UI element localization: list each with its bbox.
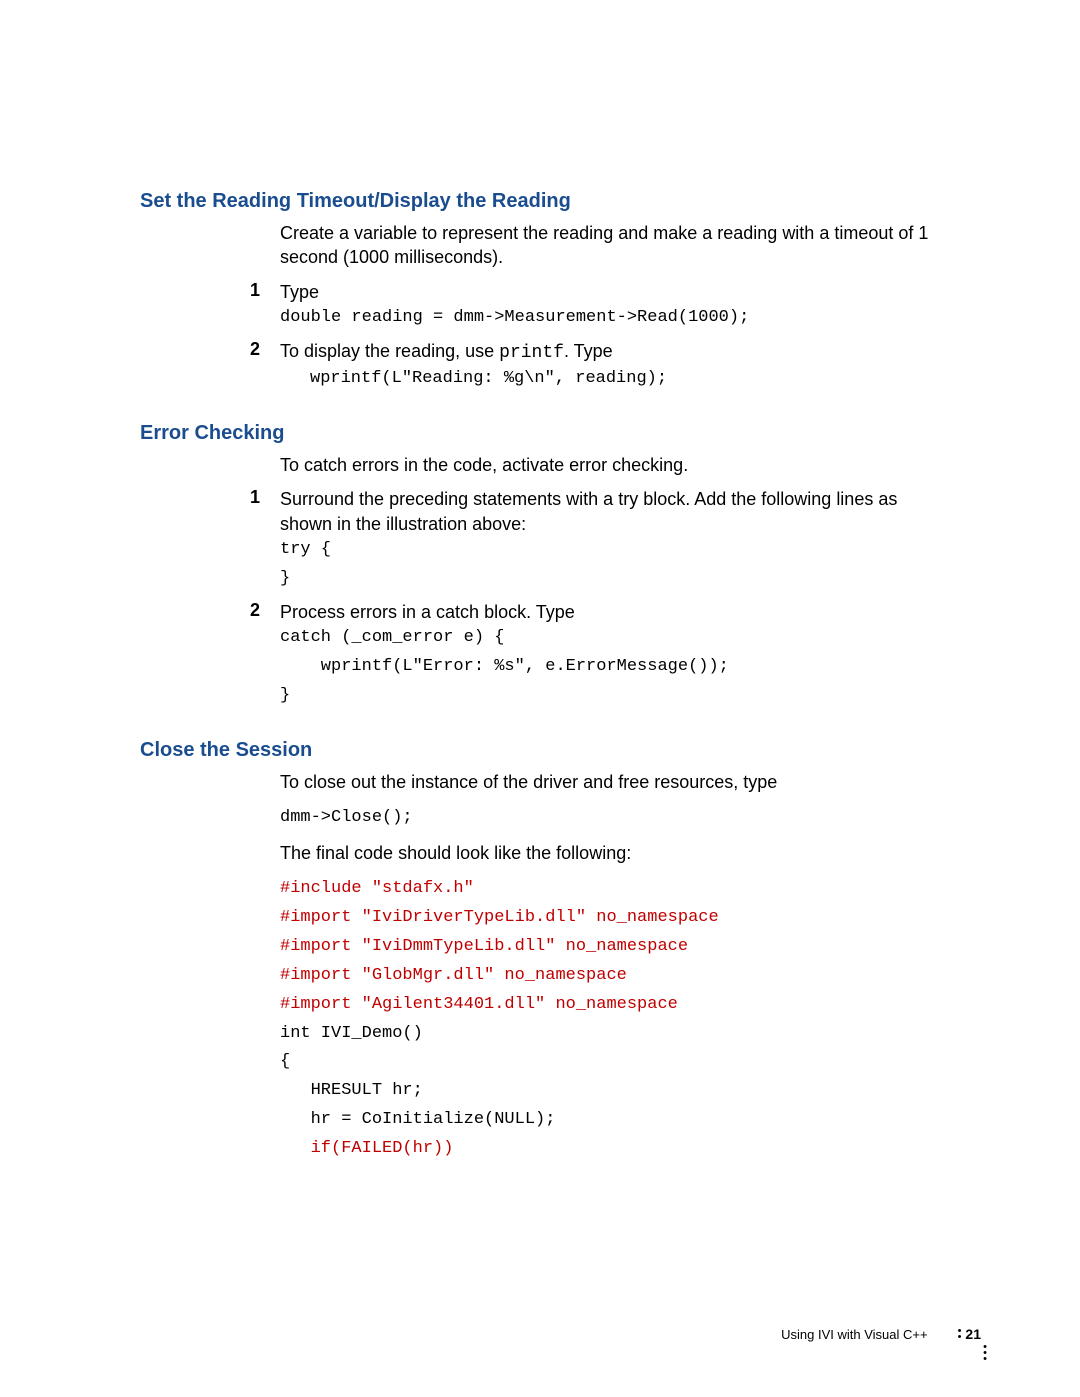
section-error-checking: Error Checking To catch errors in the co…	[140, 422, 940, 711]
page-footer: Using IVI with Visual C++ •• 21 •••	[781, 1326, 985, 1342]
code-line: }	[280, 565, 940, 594]
code-line: }	[280, 682, 940, 711]
heading-reading-timeout: Set the Reading Timeout/Display the Read…	[140, 190, 940, 213]
body-text: The final code should look like the foll…	[280, 841, 940, 865]
code-red: #import "IviDriverTypeLib.dll" no_namesp…	[280, 904, 940, 933]
code-red: if(FAILED(hr))	[280, 1135, 940, 1164]
step-number: 1	[250, 487, 280, 593]
code-red: #import "Agilent34401.dll" no_namespace	[280, 991, 940, 1020]
step-text-a: To display the reading, use	[280, 341, 499, 361]
code-line: wprintf(L"Error: %s", e.ErrorMessage());	[280, 653, 940, 682]
inline-code: printf	[499, 343, 564, 363]
code-line: try {	[280, 536, 940, 565]
footer-dots-icon: ••	[958, 1328, 962, 1340]
step-text: Process errors in a catch block. Type	[280, 602, 575, 622]
heading-error-checking: Error Checking	[140, 422, 940, 445]
step-number: 2	[250, 339, 280, 394]
step-text: Surround the preceding statements with a…	[280, 489, 897, 533]
footer-chapter-title: Using IVI with Visual C++	[781, 1327, 927, 1342]
step-text-b: . Type	[564, 341, 613, 361]
step-text: Type	[280, 282, 319, 302]
section-close-session: Close the Session To close out the insta…	[140, 739, 940, 1164]
intro-text: To catch errors in the code, activate er…	[280, 453, 940, 477]
code-line: {	[280, 1048, 940, 1077]
intro-text: Create a variable to represent the readi…	[280, 221, 940, 270]
code-line: hr = CoInitialize(NULL);	[280, 1106, 940, 1135]
code-line: catch (_com_error e) {	[280, 624, 940, 653]
code-line: dmm->Close();	[280, 804, 940, 833]
step-1: 1 Type double reading = dmm->Measurement…	[250, 280, 940, 333]
intro-text: To close out the instance of the driver …	[280, 770, 940, 794]
code-line: int IVI_Demo()	[280, 1020, 940, 1049]
step-2: 2 Process errors in a catch block. Type …	[250, 600, 940, 711]
code-red: #import "GlobMgr.dll" no_namespace	[280, 962, 940, 991]
section-reading-timeout: Set the Reading Timeout/Display the Read…	[140, 190, 940, 394]
code-line: HRESULT hr;	[280, 1077, 940, 1106]
code-red: #import "IviDmmTypeLib.dll" no_namespace	[280, 933, 940, 962]
step-number: 2	[250, 600, 280, 711]
page-number: 21	[965, 1326, 981, 1342]
code-line: wprintf(L"Reading: %g\n", reading);	[310, 365, 940, 394]
code-red: #include "stdafx.h"	[280, 875, 940, 904]
step-2: 2 To display the reading, use printf. Ty…	[250, 339, 940, 394]
step-number: 1	[250, 280, 280, 333]
step-1: 1 Surround the preceding statements with…	[250, 487, 940, 593]
code-line: double reading = dmm->Measurement->Read(…	[280, 304, 940, 333]
heading-close-session: Close the Session	[140, 739, 940, 762]
footer-dots-icon: •••	[983, 1344, 987, 1362]
